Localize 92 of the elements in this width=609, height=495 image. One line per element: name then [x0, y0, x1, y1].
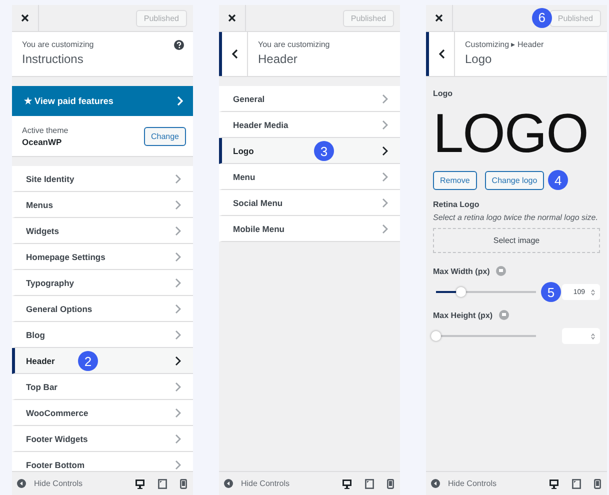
- close-icon[interactable]: [435, 14, 443, 22]
- chevron-left-icon: [232, 49, 238, 59]
- change-button[interactable]: Change: [144, 126, 186, 146]
- slider[interactable]: [433, 286, 539, 298]
- close-icon[interactable]: [228, 14, 236, 22]
- collapse-icon: [431, 479, 440, 488]
- mobile-icon[interactable]: [180, 478, 187, 488]
- slider-label: Max Width (px): [433, 266, 490, 276]
- logo-preview: LOGO: [433, 106, 589, 160]
- chevron-right-icon: [175, 174, 181, 184]
- collapse-icon: [224, 479, 233, 488]
- chevron-right-icon: [382, 120, 388, 130]
- description-text: Select a retina logo twice the normal logo size.: [433, 212, 599, 224]
- chevron-right-icon: [175, 434, 181, 444]
- hide-controls-button[interactable]: Hide Controls: [224, 479, 290, 488]
- number-field[interactable]: [562, 328, 600, 344]
- spinner-icon: [591, 332, 595, 340]
- context-title: Logo: [465, 52, 493, 66]
- step-badge: 3: [314, 141, 334, 161]
- menu-item[interactable]: Social Menu: [219, 190, 400, 216]
- menu-item[interactable]: Menus: [12, 192, 193, 218]
- menu-item[interactable]: Footer Widgets: [12, 426, 193, 452]
- desktop-icon[interactable]: [342, 478, 352, 488]
- help-icon[interactable]: [174, 40, 184, 50]
- chevron-right-icon: [382, 224, 388, 234]
- chevron-right-icon: [175, 200, 181, 210]
- menu-item[interactable]: Header 2: [12, 348, 193, 374]
- chevron-right-icon: [175, 356, 181, 366]
- desktop-icon[interactable]: [549, 478, 559, 488]
- menu-item[interactable]: Blog: [12, 322, 193, 348]
- section-label: Logo: [433, 89, 454, 98]
- logo-button[interactable]: Remove: [433, 170, 477, 190]
- context-label: Customizing ▸ Header: [465, 40, 545, 49]
- spinner-icon: [591, 288, 595, 296]
- back-button[interactable]: [426, 32, 455, 76]
- chevron-right-icon: [175, 304, 181, 314]
- logo-button[interactable]: Change logo: [484, 170, 544, 190]
- menu-item[interactable]: Homepage Settings: [12, 244, 193, 270]
- slider-label: Max Height (px): [433, 310, 493, 320]
- select-image-button[interactable]: Select image: [433, 228, 600, 253]
- chevron-right-icon: [175, 278, 181, 288]
- mobile-icon[interactable]: [387, 478, 394, 488]
- menu-item[interactable]: Mobile Menu: [219, 216, 400, 242]
- theme-name: OceanWP: [22, 136, 63, 146]
- collapse-icon: [17, 479, 26, 488]
- chevron-right-icon: [177, 96, 183, 106]
- chevron-right-icon: [175, 460, 181, 470]
- chevron-right-icon: [175, 226, 181, 236]
- chevron-right-icon: [382, 94, 388, 104]
- step-badge: 6: [532, 8, 552, 28]
- slider-thumb[interactable]: [456, 287, 466, 297]
- promo-text: ★ View paid features: [24, 96, 114, 106]
- menu-item[interactable]: Header Media: [219, 112, 400, 138]
- context-label: You are customizing: [258, 40, 331, 49]
- context-label: You are customizing: [22, 40, 95, 49]
- menu-item[interactable]: Typography: [12, 270, 193, 296]
- hide-controls-button[interactable]: Hide Controls: [17, 479, 82, 488]
- tablet-icon[interactable]: [572, 478, 581, 488]
- menu-item[interactable]: Top Bar: [12, 374, 193, 400]
- step-badge: 2: [78, 351, 98, 371]
- chevron-right-icon: [382, 146, 388, 156]
- chevron-right-icon: [175, 330, 181, 340]
- back-button[interactable]: [219, 32, 248, 76]
- context-title: Instructions: [22, 52, 84, 66]
- chevron-right-icon: [382, 172, 388, 182]
- chevron-right-icon: [175, 252, 181, 262]
- chevron-right-icon: [175, 382, 181, 392]
- menu-item[interactable]: WooCommerce: [12, 400, 193, 426]
- slider[interactable]: [433, 330, 539, 342]
- menu-item[interactable]: General: [219, 86, 400, 112]
- menu-item[interactable]: Menu: [219, 164, 400, 190]
- menu-item[interactable]: Widgets: [12, 218, 193, 244]
- chevron-right-icon: [175, 408, 181, 418]
- tablet-icon[interactable]: [365, 478, 374, 488]
- chevron-left-icon: [438, 49, 444, 59]
- menu-item[interactable]: Logo 3: [219, 138, 400, 164]
- menu-item[interactable]: Footer Bottom: [12, 452, 193, 471]
- tablet-icon[interactable]: [158, 478, 167, 488]
- menu-item[interactable]: Site Identity: [12, 166, 193, 192]
- mobile-icon[interactable]: [594, 478, 601, 488]
- close-icon[interactable]: [21, 14, 29, 22]
- hide-controls-button[interactable]: Hide Controls: [431, 479, 496, 488]
- menu-item[interactable]: General Options: [12, 296, 193, 322]
- slider-thumb[interactable]: [431, 331, 441, 341]
- desktop-icon[interactable]: [135, 478, 145, 488]
- promo-banner[interactable]: ★ View paid features: [12, 86, 193, 116]
- step-badge: 5: [541, 282, 561, 302]
- theme-label: Active theme: [22, 126, 68, 134]
- step-badge: 4: [548, 170, 568, 190]
- section-label: Retina Logo: [433, 200, 480, 209]
- chevron-right-icon: [382, 198, 388, 208]
- context-title: Header: [258, 52, 298, 66]
